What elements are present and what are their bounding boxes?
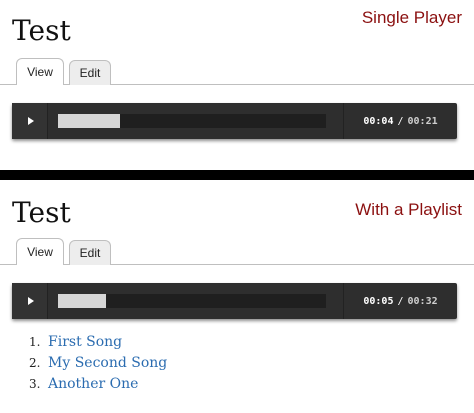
current-time: 00:05 [363, 295, 394, 307]
playlist-item-number: 3. [29, 377, 41, 391]
section-caption: With a Playlist [355, 200, 462, 219]
total-time: 00:21 [407, 115, 438, 127]
time-separator: / [397, 295, 404, 307]
page-title: Test [12, 14, 71, 47]
single-player-section: Test Single Player View Edit 00:04 / 00:… [0, 0, 474, 170]
playlist-item-number: 1. [29, 335, 41, 349]
section-divider [0, 170, 474, 180]
total-time: 00:32 [407, 295, 438, 307]
audio-player: 00:04 / 00:21 [12, 103, 457, 139]
tab-bar: View Edit [0, 57, 474, 85]
time-display: 00:04 / 00:21 [343, 103, 457, 139]
seek-bar[interactable] [58, 114, 326, 128]
playlist-item-number: 2. [29, 356, 41, 370]
time-display: 00:05 / 00:32 [343, 283, 457, 319]
audio-player: 00:05 / 00:32 [12, 283, 457, 319]
playlist-item-link[interactable]: My Second Song [48, 353, 167, 374]
page-title: Test [12, 196, 71, 229]
play-button[interactable] [12, 103, 48, 139]
time-separator: / [397, 115, 404, 127]
play-button[interactable] [12, 283, 48, 319]
current-time: 00:04 [363, 115, 394, 127]
tab-edit[interactable]: Edit [69, 240, 111, 265]
playlist-item-link[interactable]: First Song [48, 332, 122, 353]
tab-view[interactable]: View [16, 58, 64, 85]
play-icon [27, 117, 34, 125]
play-icon [27, 297, 34, 305]
progress-fill [58, 294, 107, 308]
tab-view[interactable]: View [16, 238, 64, 265]
tab-bar: View Edit [0, 237, 474, 265]
tab-edit[interactable]: Edit [69, 60, 111, 85]
playlist-item-link[interactable]: Another One [48, 374, 138, 395]
progress-fill [58, 114, 120, 128]
seek-bar[interactable] [58, 294, 326, 308]
playlist-player-section: Test With a Playlist View Edit 00:05 / 0… [0, 180, 474, 413]
section-caption: Single Player [361, 8, 462, 27]
